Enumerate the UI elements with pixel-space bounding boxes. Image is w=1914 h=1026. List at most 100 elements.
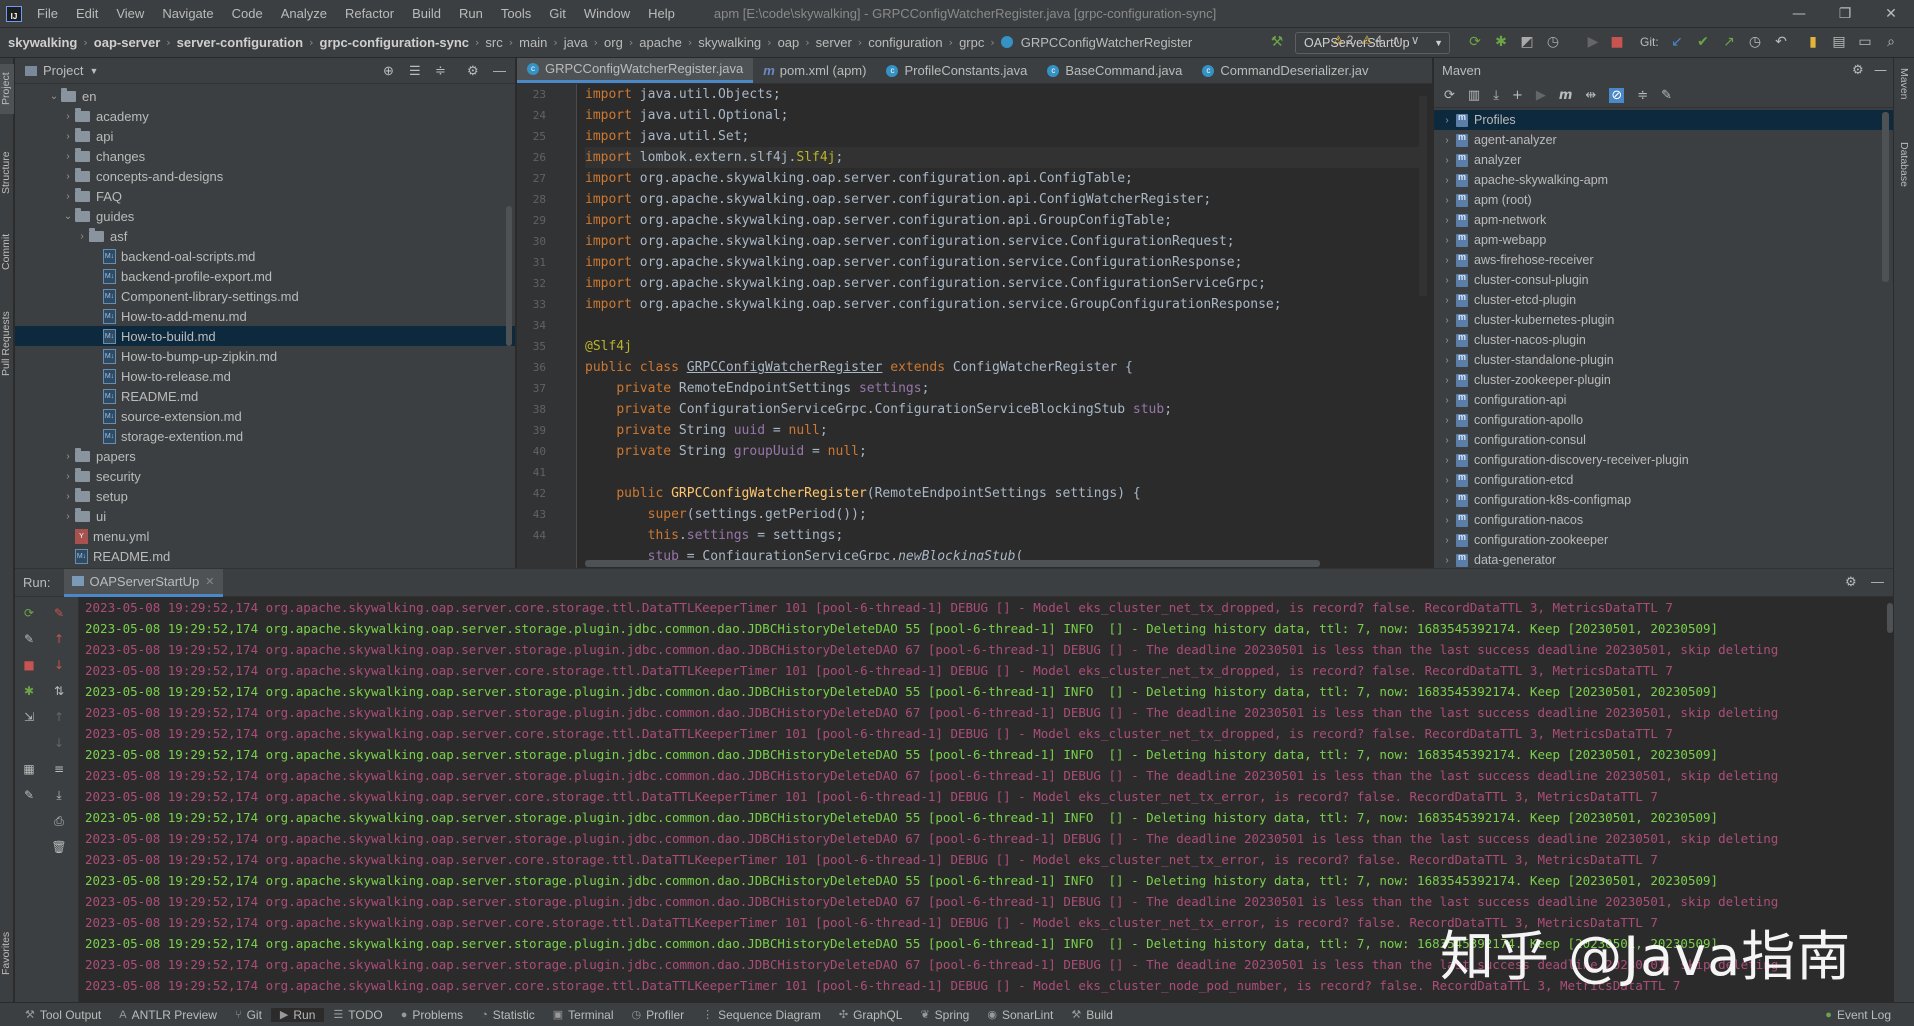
chevron-right-icon[interactable]: › (1440, 115, 1454, 126)
event-log-button[interactable]: ● Event Log (1816, 1008, 1900, 1022)
editor-tab[interactable]: c CommandDeserializer.jav (1192, 58, 1378, 83)
maven-module-node[interactable]: › data-generator (1434, 550, 1893, 570)
up-icon[interactable]: ↑ (51, 709, 67, 725)
toggle-offline-icon[interactable]: ⇹ (1585, 88, 1596, 103)
menu-item-help[interactable]: Help (639, 0, 684, 28)
tree-row[interactable]: M↓ Component-library-settings.md (15, 286, 515, 306)
hide-icon[interactable]: — (1874, 63, 1887, 78)
tree-row[interactable]: M↓ How-to-add-menu.md (15, 306, 515, 326)
hide-icon[interactable]: — (1871, 574, 1884, 589)
bottom-tab-graphql[interactable]: ✣ GraphQL (830, 1008, 912, 1022)
bottom-tab-sonarlint[interactable]: ◉ SonarLint (978, 1008, 1062, 1022)
menu-item-build[interactable]: Build (403, 0, 450, 28)
stop-icon[interactable]: ■ (21, 657, 37, 673)
chevron-right-icon[interactable]: › (1440, 255, 1454, 266)
collapse-icon[interactable]: ≑ (1637, 88, 1648, 103)
bottom-tab-profiler[interactable]: ◷ Profiler (623, 1008, 694, 1022)
maven-module-node[interactable]: › configuration-api (1434, 390, 1893, 410)
menu-item-code[interactable]: Code (223, 0, 272, 28)
run-tab[interactable]: OAPServerStartUp ✕ (64, 568, 223, 597)
horizontal-scrollbar[interactable] (585, 560, 1320, 567)
tree-row[interactable]: M↓ backend-oal-scripts.md (15, 246, 515, 266)
hide-icon[interactable]: — (493, 63, 506, 78)
maven-module-node[interactable]: › configuration-etcd (1434, 470, 1893, 490)
breadcrumb-item[interactable]: org (600, 35, 627, 50)
breadcrumb-item[interactable]: skywalking (4, 35, 81, 50)
maven-module-node[interactable]: › configuration-k8s-configmap (1434, 490, 1893, 510)
chevron-right-icon[interactable]: › (1440, 375, 1454, 386)
rollback-icon[interactable]: ↶ (1772, 33, 1790, 51)
execute-goal-icon[interactable]: m (1559, 88, 1573, 103)
editor-tab[interactable]: c GRPCConfigWatcherRegister.java (517, 58, 754, 83)
close-icon[interactable]: ✕ (1868, 0, 1914, 28)
tree-row[interactable]: ⌄ en (15, 86, 515, 106)
maven-module-node[interactable]: › cluster-kubernetes-plugin (1434, 310, 1893, 330)
bottom-tab-run[interactable]: ▶ Run (270, 1007, 325, 1022)
console-scrollbar[interactable] (1887, 603, 1893, 633)
chevron-right-icon[interactable]: › (61, 131, 75, 142)
trash-icon[interactable]: 🗑 (51, 839, 67, 855)
structure-tool-tab[interactable]: Structure (0, 138, 14, 208)
collapse-all-icon[interactable]: ≑ (435, 63, 446, 79)
tree-row[interactable]: M↓ How-to-release.md (15, 366, 515, 386)
menu-item-window[interactable]: Window (575, 0, 639, 28)
chevron-right-icon[interactable]: › (61, 511, 75, 522)
chevron-down-icon[interactable]: ⌄ (47, 91, 61, 102)
bottom-tab-statistic[interactable]: ◔ Statistic (472, 1008, 544, 1022)
bottom-tab-todo[interactable]: ☰ TODO (324, 1008, 391, 1022)
search-icon[interactable]: ⌕ (1882, 33, 1900, 51)
chevron-right-icon[interactable]: › (1440, 275, 1454, 286)
tree-row[interactable]: › security (15, 466, 515, 486)
next-highlight-icon[interactable]: ∨ (1411, 33, 1420, 47)
tree-row[interactable]: M↓ source-extension.md (15, 406, 515, 426)
chevron-right-icon[interactable]: › (61, 491, 75, 502)
gear-icon[interactable]: ⚙ (1852, 63, 1864, 78)
maven-module-node[interactable]: › apm-network (1434, 210, 1893, 230)
chevron-right-icon[interactable]: › (61, 151, 75, 162)
tree-row[interactable]: › setup (15, 486, 515, 506)
chevron-right-icon[interactable]: › (61, 171, 75, 182)
maven-module-node[interactable]: › configuration-zookeeper (1434, 530, 1893, 550)
editor-tab[interactable]: c ProfileConstants.java (876, 58, 1037, 83)
chevron-right-icon[interactable]: › (1440, 515, 1454, 526)
breadcrumb-item[interactable]: grpc (955, 35, 988, 50)
maven-module-node[interactable]: › aws-firehose-receiver (1434, 250, 1893, 270)
chevron-right-icon[interactable]: › (1440, 335, 1454, 346)
chevron-right-icon[interactable]: › (1440, 155, 1454, 166)
chevron-right-icon[interactable]: › (61, 451, 75, 462)
menu-item-analyze[interactable]: Analyze (272, 0, 336, 28)
debug-bug-icon[interactable]: ✱ (1492, 33, 1510, 51)
stop-icon[interactable]: ■ (1608, 33, 1626, 51)
breadcrumb-item[interactable]: apache (635, 35, 686, 50)
breadcrumb-item[interactable]: oap (774, 35, 804, 50)
window-icon[interactable]: ▭ (1856, 33, 1874, 51)
maven-module-node[interactable]: › cluster-consul-plugin (1434, 270, 1893, 290)
breadcrumb-item[interactable]: skywalking (694, 35, 765, 50)
breadcrumb-item[interactable]: server (812, 35, 856, 50)
chevron-right-icon[interactable]: › (1440, 475, 1454, 486)
git-commit-icon[interactable]: ✔ (1694, 33, 1712, 51)
profile-icon[interactable]: ◷ (1544, 33, 1562, 51)
maven-profiles-node[interactable]: › Profiles (1434, 110, 1893, 130)
hammer-build-icon[interactable]: ⚒ (1268, 33, 1286, 51)
chevron-right-icon[interactable]: › (1440, 215, 1454, 226)
chevron-right-icon[interactable]: › (61, 471, 75, 482)
git-push-icon[interactable]: ↗ (1720, 33, 1738, 51)
breadcrumb-item[interactable]: server-configuration (173, 35, 307, 50)
code-area[interactable]: import java.util.Objects; import java.uti… (585, 84, 1420, 568)
tree-row[interactable]: M↓ How-to-build.md (15, 326, 515, 346)
tree-row[interactable]: Ymenu.yml (15, 526, 515, 546)
maven-module-node[interactable]: › configuration-apollo (1434, 410, 1893, 430)
tree-scrollbar[interactable] (506, 206, 512, 346)
maven-module-node[interactable]: › analyzer (1434, 150, 1893, 170)
chevron-down-icon[interactable]: ▼ (89, 66, 98, 76)
git-update-icon[interactable]: ↙ (1668, 33, 1686, 51)
tree-row[interactable]: M↓ How-to-bump-up-zipkin.md (15, 346, 515, 366)
menu-item-navigate[interactable]: Navigate (153, 0, 222, 28)
chevron-right-icon[interactable]: › (1440, 555, 1454, 566)
inspection-widget[interactable]: ⚠ 2 ⚠ 4 ∧ ∨ (1333, 31, 1420, 49)
maven-module-node[interactable]: › configuration-discovery-receiver-plugin (1434, 450, 1893, 470)
breadcrumb-item[interactable]: src (481, 35, 506, 50)
project-panel-title[interactable]: Project (43, 63, 83, 78)
tree-row[interactable]: › ui (15, 506, 515, 526)
